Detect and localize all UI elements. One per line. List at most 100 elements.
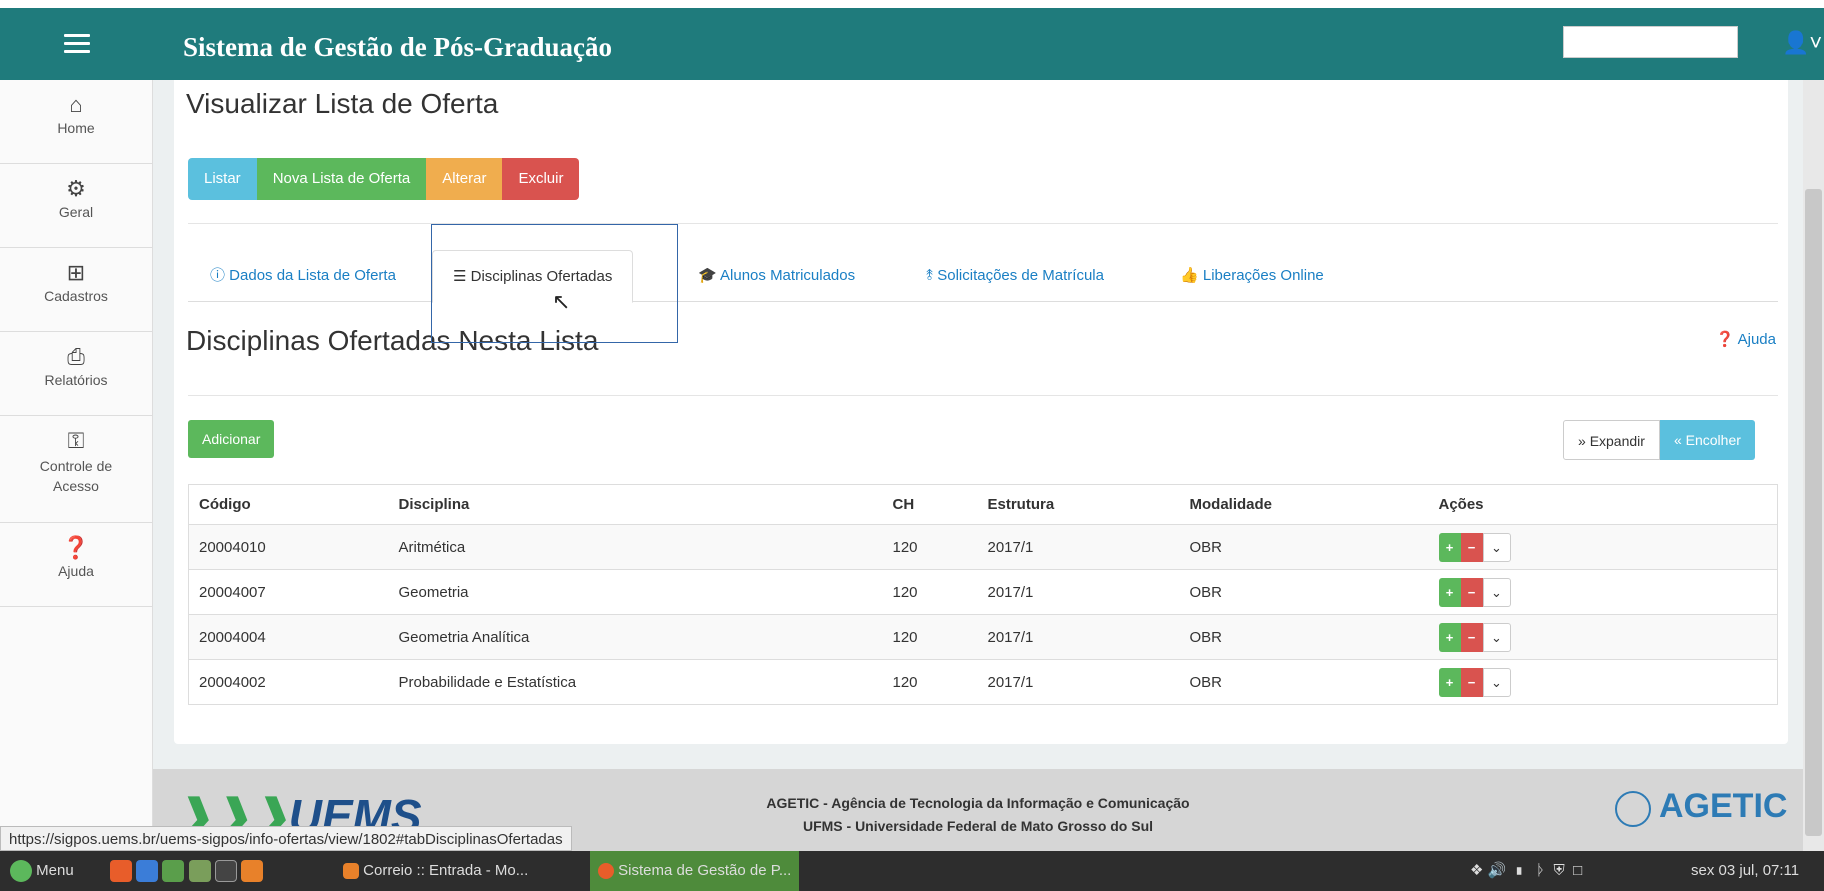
column-header[interactable]: Disciplina	[388, 484, 883, 525]
camera-icon[interactable]	[136, 860, 159, 883]
tab-bar: ⓘ Dados da Lista de Oferta ☰ Disciplinas…	[188, 250, 1778, 303]
window-label: Sistema de Gestão de P...	[618, 862, 792, 879]
remove-circle-icon[interactable]: −	[1460, 622, 1483, 652]
status-url: https://sigpos.uems.br/uems-sigpos/info-…	[0, 826, 572, 851]
nova-lista-button[interactable]: Nova Lista de Oferta	[256, 158, 427, 200]
remove-circle-icon[interactable]: −	[1460, 532, 1483, 562]
divider	[188, 395, 1778, 396]
add-circle-icon[interactable]: +	[1438, 577, 1461, 607]
sidebar-item-geral[interactable]: ⚙ Geral	[0, 164, 152, 248]
remove-circle-icon[interactable]: −	[1460, 667, 1483, 697]
table-row: 20004002 Probabilidade e Estatística 120…	[188, 659, 1778, 705]
divider	[188, 223, 1778, 224]
listar-button[interactable]: Listar	[188, 158, 257, 200]
table-row: 20004007 Geometria 120 2017/1 OBR + − ⌄	[188, 569, 1778, 615]
sidebar-item-controle-acesso[interactable]: ⚿ Controle de Acesso	[0, 416, 152, 523]
cell-codigo: 20004004	[188, 614, 389, 660]
add-circle-icon[interactable]: +	[1438, 622, 1461, 652]
volume-icon[interactable]: 🔊	[1488, 862, 1507, 879]
cell-acoes: + − ⌄	[1428, 659, 1778, 705]
sidebar-item-ajuda[interactable]: ❓ Ajuda	[0, 523, 152, 607]
expandir-button[interactable]: » Expandir	[1563, 420, 1660, 460]
cell-estrutura: 2017/1	[977, 524, 1180, 570]
folder-icon[interactable]	[188, 860, 211, 883]
print-icon: ⎙	[67, 344, 85, 369]
tab-liberacoes[interactable]: 👍 Liberações Online	[1180, 250, 1324, 302]
menu-label: Menu	[36, 862, 74, 879]
cell-disciplina: Geometria	[388, 569, 883, 615]
cogs-icon: ⚙	[66, 176, 86, 201]
cell-modalidade: OBR	[1179, 614, 1429, 660]
cell-modalidade: OBR	[1179, 569, 1429, 615]
app-title: Sistema de Gestão de Pós-Graduação	[183, 32, 612, 62]
tab-solicitacoes[interactable]: ⥉ Solicitações de Matrícula	[926, 250, 1104, 302]
column-header[interactable]: Código	[188, 484, 389, 525]
row-actions: + − ⌄	[1438, 532, 1511, 562]
column-header: Ações	[1428, 484, 1778, 525]
sidebar-item-relatorios[interactable]: ⎙ Relatórios	[0, 332, 152, 416]
sidebar-item-home[interactable]: ⌂ Home	[0, 80, 152, 164]
window-icon[interactable]: □	[1573, 862, 1582, 879]
sidebar-item-label: Cadastros	[44, 288, 108, 304]
table-row: 20004004 Geometria Analítica 120 2017/1 …	[188, 614, 1778, 660]
cell-estrutura: 2017/1	[977, 569, 1180, 615]
remove-circle-icon[interactable]: −	[1460, 577, 1483, 607]
add-circle-icon[interactable]: +	[1438, 667, 1461, 697]
column-header[interactable]: Estrutura	[977, 484, 1180, 525]
cell-acoes: + − ⌄	[1428, 614, 1778, 660]
alterar-button[interactable]: Alterar	[426, 158, 503, 200]
battery-icon[interactable]: ▮	[1515, 862, 1524, 879]
tab-alunos[interactable]: 🎓 Alunos Matriculados	[698, 250, 855, 302]
hamburger-icon[interactable]	[64, 34, 90, 54]
terminal-icon[interactable]	[214, 860, 237, 883]
clock[interactable]: sex 03 jul, 07:11	[1691, 851, 1799, 891]
table-row: 20004010 Aritmética 120 2017/1 OBR + − ⌄	[188, 524, 1778, 570]
sidebar-item-label: Geral	[58, 204, 94, 220]
help-link[interactable]: ❓ Ajuda	[1716, 330, 1776, 348]
cell-modalidade: OBR	[1179, 659, 1429, 705]
sidebar-item-label: Ajuda	[58, 563, 94, 579]
dropbox-icon[interactable]: ❖	[1470, 862, 1483, 879]
encolher-button[interactable]: « Encolher	[1659, 420, 1755, 460]
table-header-row: Código Disciplina CH Estrutura Modalidad…	[188, 484, 1778, 525]
adicionar-button[interactable]: Adicionar	[188, 420, 275, 458]
column-header[interactable]: Modalidade	[1179, 484, 1429, 525]
page-title: Visualizar Lista de Oferta	[186, 88, 499, 119]
tab-label: Alunos Matriculados	[720, 267, 856, 284]
taskbar-window-correio[interactable]: Correio :: Entrada - Mo...	[335, 851, 536, 891]
quick-launch	[110, 851, 263, 891]
firefox-icon[interactable]	[240, 860, 263, 883]
sidebar-item-cadastros[interactable]: ⊞ Cadastros	[0, 248, 152, 332]
add-circle-icon[interactable]: +	[1438, 532, 1461, 562]
chevron-down-icon[interactable]: ⌄	[1482, 532, 1511, 562]
row-actions: + − ⌄	[1438, 622, 1511, 652]
user-icon[interactable]: 👤˅	[1782, 30, 1822, 56]
column-header[interactable]: CH	[882, 484, 978, 525]
firefox-icon	[343, 863, 359, 880]
graduation-cap-icon: 🎓	[698, 267, 721, 284]
chevron-down-icon[interactable]: ⌄	[1482, 622, 1511, 652]
excluir-button[interactable]: Excluir	[502, 158, 580, 200]
search-input[interactable]	[1563, 26, 1738, 58]
question-icon: ❓	[62, 535, 90, 560]
taskbar-window-sistema[interactable]: Sistema de Gestão de P...	[590, 851, 800, 891]
cell-acoes: + − ⌄	[1428, 524, 1778, 570]
sidebar-item-label: Relatórios	[44, 372, 108, 388]
start-menu-button[interactable]: Menu	[10, 851, 74, 891]
tab-dados[interactable]: ⓘ Dados da Lista de Oferta	[210, 250, 396, 302]
shield-icon[interactable]: ⛨	[1554, 862, 1565, 879]
action-buttons: Listar Nova Lista de Oferta Alterar Excl…	[188, 158, 580, 200]
cell-disciplina: Probabilidade e Estatística	[388, 659, 883, 705]
system-tray: ❖ 🔊 ▮ ᚦ ⛨ □	[1470, 851, 1582, 891]
scrollbar-thumb[interactable]	[1805, 189, 1822, 836]
cell-codigo: 20004007	[188, 569, 389, 615]
chevron-down-icon[interactable]: ⌄	[1482, 667, 1511, 697]
cell-disciplina: Aritmética	[388, 524, 883, 570]
chrome-icon[interactable]	[110, 860, 132, 883]
files-icon[interactable]	[162, 860, 185, 883]
bluetooth-icon[interactable]: ᚦ	[1536, 862, 1545, 879]
cell-modalidade: OBR	[1179, 524, 1429, 570]
chevron-down-icon[interactable]: ⌄	[1482, 577, 1511, 607]
mouse-cursor-icon: ↖	[552, 289, 571, 314]
footer-line-1: AGETIC - Agência de Tecnologia da Inform…	[766, 795, 1190, 811]
